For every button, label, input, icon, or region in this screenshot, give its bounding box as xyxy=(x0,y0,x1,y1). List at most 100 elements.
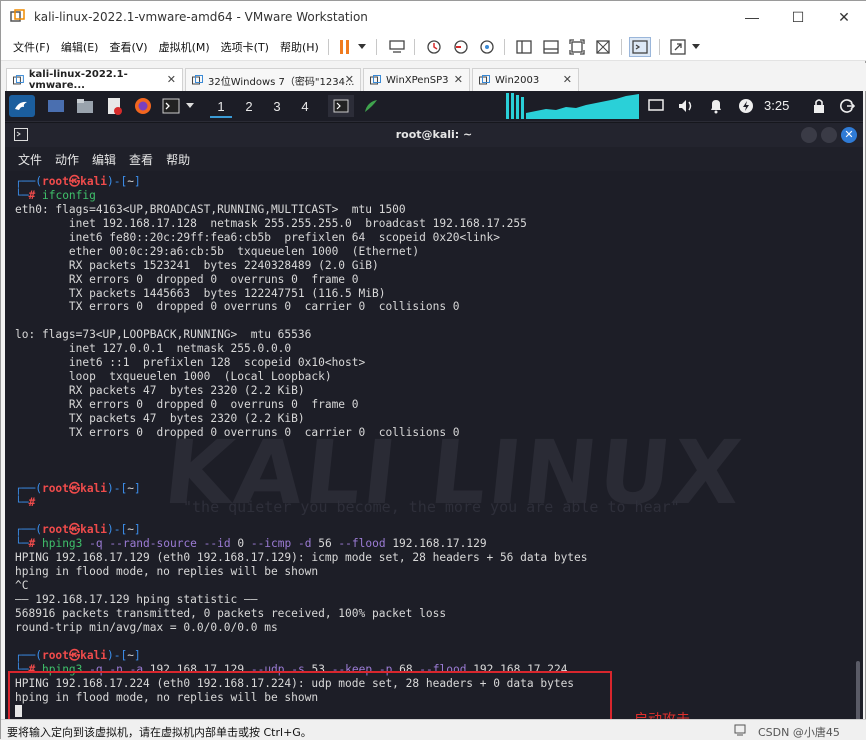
output-line: loop txqueuelen 1000 (Local Loopback) xyxy=(15,370,588,384)
tab-win2003[interactable]: Win2003 ✕ xyxy=(472,68,579,91)
kali-menu-icon[interactable] xyxy=(9,95,35,117)
workspace-4[interactable]: 4 xyxy=(294,96,316,118)
thumbnail-view-icon[interactable] xyxy=(541,37,561,57)
power-manager-icon[interactable] xyxy=(736,95,756,117)
menu-file[interactable]: 文件(F) xyxy=(13,39,50,55)
vm-display[interactable]: 1 2 3 4 3:25 root@kali: ~ ✕ 文件 动作 编辑 查看 … xyxy=(5,91,863,719)
output-line: TX packets 47 bytes 2320 (2.2 KiB) xyxy=(15,412,588,426)
maximize-button[interactable]: ☐ xyxy=(775,1,821,33)
snapshot-manager-icon[interactable] xyxy=(477,37,497,57)
prompt-dir: ~ xyxy=(127,523,134,537)
output-line: eth0: flags=4163<UP,BROADCAST,RUNNING,MU… xyxy=(15,203,588,217)
prompt-user-host: root㉿kali xyxy=(41,648,108,662)
logout-icon[interactable] xyxy=(837,95,857,117)
stretch-guest-icon[interactable] xyxy=(668,37,688,57)
fullscreen-icon[interactable] xyxy=(567,37,587,57)
prompt-bracket: ┌──( xyxy=(15,523,42,537)
menu-view[interactable]: 查看(V) xyxy=(109,39,147,55)
highlight-box xyxy=(8,671,612,719)
output-text: hping in flood mode, no replies will be … xyxy=(15,565,319,579)
output-line: TX errors 0 dropped 0 overruns 0 carrier… xyxy=(15,300,588,314)
terminal-scrollbar[interactable] xyxy=(856,661,860,719)
prompt-dir: ~ xyxy=(127,648,134,662)
prompt-bracket: └─ xyxy=(15,537,29,551)
console-view-icon[interactable] xyxy=(629,37,651,57)
menu-edit[interactable]: 编辑(E) xyxy=(61,39,99,55)
file-manager-icon[interactable] xyxy=(74,95,96,117)
send-ctrl-alt-del-icon[interactable] xyxy=(387,37,407,57)
output-line: RX errors 0 dropped 0 overruns 0 frame 0 xyxy=(15,273,588,287)
tab-kali[interactable]: kali-linux-2022.1-vmware... ✕ xyxy=(6,68,183,91)
launcher-dropdown-icon[interactable] xyxy=(184,95,196,117)
workspace-2[interactable]: 2 xyxy=(238,96,260,118)
status-network-icon[interactable] xyxy=(733,723,747,737)
text-editor-icon[interactable] xyxy=(103,95,125,117)
panel-clock[interactable]: 3:25 xyxy=(764,98,789,113)
terminal-menu-edit[interactable]: 编辑 xyxy=(92,151,116,168)
menu-tabs[interactable]: 选项卡(T) xyxy=(221,39,269,55)
menu-help[interactable]: 帮助(H) xyxy=(280,39,319,55)
vmware-window: kali-linux-2022.1-vmware-amd64 - VMware … xyxy=(0,0,866,740)
taskbar-app-icon[interactable] xyxy=(360,95,382,117)
output-line: RX packets 47 bytes 2320 (2.2 KiB) xyxy=(15,384,588,398)
prompt-bracket: )-[ xyxy=(107,523,128,537)
terminal-close-button[interactable]: ✕ xyxy=(841,127,857,143)
close-button[interactable]: ✕ xyxy=(821,1,866,33)
tab-close-icon[interactable]: ✕ xyxy=(345,73,354,86)
suspend-icon[interactable] xyxy=(338,37,352,57)
revert-snapshot-icon[interactable] xyxy=(451,37,471,57)
vm-icon xyxy=(13,74,24,84)
tab-close-icon[interactable]: ✕ xyxy=(563,73,572,86)
output-text: RX packets 47 bytes 2320 (2.2 KiB) xyxy=(15,384,305,398)
terminal-menu-view[interactable]: 查看 xyxy=(129,151,153,168)
prompt-bracket: ┌──( xyxy=(15,175,42,188)
screen-icon[interactable] xyxy=(646,95,666,117)
terminal-menu-file[interactable]: 文件 xyxy=(18,151,42,168)
kali-top-panel: 1 2 3 4 3:25 xyxy=(5,91,863,122)
snapshot-icon[interactable] xyxy=(424,37,444,57)
taskbar-terminal-icon[interactable] xyxy=(328,95,354,117)
power-dropdown-icon[interactable] xyxy=(357,37,367,57)
output-text: loop txqueuelen 1000 (Local Loopback) xyxy=(15,370,332,384)
terminal-maximize-button[interactable] xyxy=(821,127,837,143)
tab-close-icon[interactable]: ✕ xyxy=(454,73,463,86)
output-line: inet6 fe80::20c:29ff:fea6:cb5b prefixlen… xyxy=(15,231,588,245)
command-arg: --icmp xyxy=(244,537,292,551)
library-view-icon[interactable] xyxy=(514,37,534,57)
csdn-watermark: CSDN @小唐45 xyxy=(758,726,840,739)
menu-vm[interactable]: 虚拟机(M) xyxy=(159,39,210,55)
prompt-user-host: root㉿kali xyxy=(41,175,108,188)
unity-icon[interactable] xyxy=(593,37,613,57)
menu-bar: 文件(F) 编辑(E) 查看(V) 虚拟机(M) 选项卡(T) 帮助(H) xyxy=(1,33,866,61)
desktop-icon[interactable] xyxy=(45,95,67,117)
stretch-dropdown-icon[interactable] xyxy=(691,37,701,57)
terminal-output[interactable]: KALI LINUX "the quieter you become, the … xyxy=(5,171,863,719)
terminal-minimize-button[interactable] xyxy=(801,127,817,143)
terminal-window: root@kali: ~ ✕ 文件 动作 编辑 查看 帮助 KALI LINUX… xyxy=(5,123,863,719)
tab-close-icon[interactable]: ✕ xyxy=(167,73,176,86)
terminal-title-bar: root@kali: ~ ✕ xyxy=(5,123,863,147)
lock-screen-icon[interactable] xyxy=(809,95,829,117)
output-line: HPING 192.168.17.129 (eth0 192.168.17.12… xyxy=(15,551,588,565)
tab-label: 32位Windows 7（密码"1234... xyxy=(208,76,355,88)
terminal-launcher-icon[interactable] xyxy=(160,95,182,117)
terminal-menu-actions[interactable]: 动作 xyxy=(55,151,79,168)
tab-winxp[interactable]: WinXPenSP3 ✕ xyxy=(363,68,470,91)
workspace-3[interactable]: 3 xyxy=(266,96,288,118)
volume-icon[interactable] xyxy=(676,95,696,117)
terminal-title: root@kali: ~ xyxy=(395,128,473,141)
prompt-bracket: )-[ xyxy=(107,175,128,188)
workspace-1[interactable]: 1 xyxy=(210,96,232,118)
vmware-app-icon xyxy=(10,9,25,22)
notification-bell-icon[interactable] xyxy=(706,95,726,117)
terminal-menu-help[interactable]: 帮助 xyxy=(166,151,190,168)
status-text: 要将输入定向到该虚拟机，请在虚拟机内部单击或按 Ctrl+G。 xyxy=(7,726,312,739)
firefox-icon[interactable] xyxy=(132,95,154,117)
minimize-button[interactable]: — xyxy=(729,1,775,33)
tab-win7[interactable]: 32位Windows 7（密码"1234... ✕ xyxy=(185,68,361,91)
